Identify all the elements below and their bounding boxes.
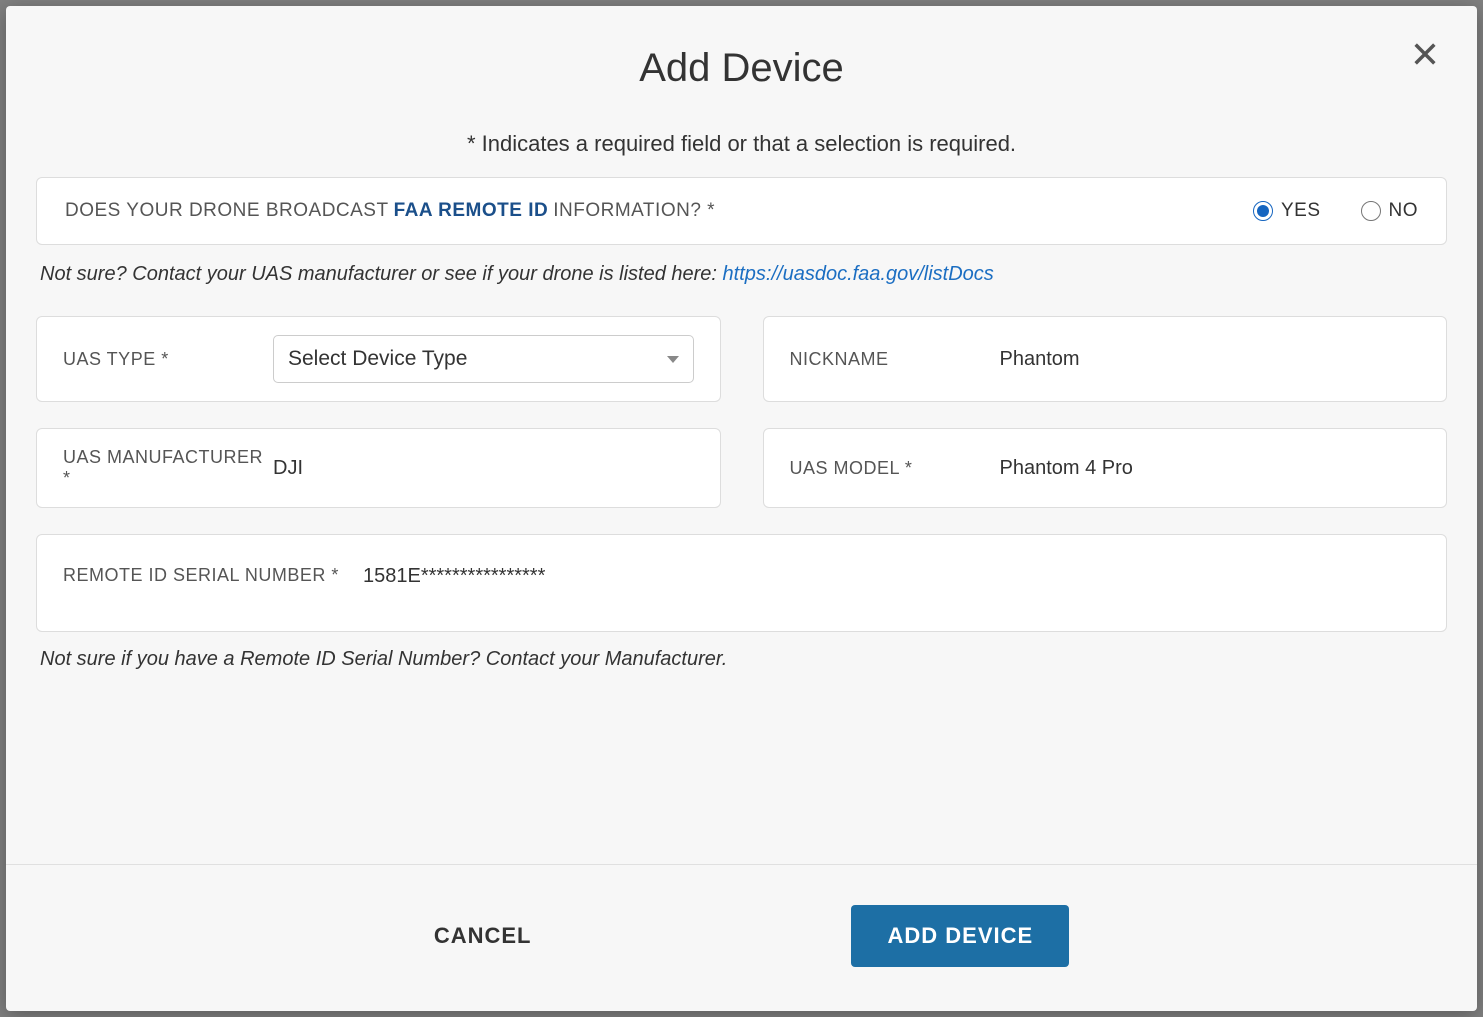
modal-content: DOES YOUR DRONE BROADCAST FAA REMOTE ID … (6, 177, 1477, 864)
uasdoc-link[interactable]: https://uasdoc.faa.gov/listDocs (723, 263, 994, 285)
remote-id-no-option[interactable]: NO (1361, 200, 1419, 222)
add-device-modal: Add Device * Indicates a required field … (6, 6, 1477, 1011)
device-form-grid: UAS TYPE * Select Device Type NICKNAME U… (36, 316, 1447, 632)
close-icon (1411, 40, 1439, 68)
remote-id-serial-field: REMOTE ID SERIAL NUMBER * (36, 534, 1447, 632)
modal-header: Add Device (6, 6, 1477, 101)
remote-id-yes-option[interactable]: YES (1253, 200, 1321, 222)
remote-id-question-text: DOES YOUR DRONE BROADCAST FAA REMOTE ID … (65, 200, 715, 222)
uas-type-select-text: Select Device Type (288, 347, 467, 371)
question-suffix: INFORMATION? * (553, 200, 715, 222)
faa-remote-id-link[interactable]: FAA REMOTE ID (394, 200, 549, 222)
remote-id-serial-label: REMOTE ID SERIAL NUMBER * (63, 565, 363, 586)
model-input[interactable] (1000, 457, 1421, 480)
manufacturer-input[interactable] (273, 457, 694, 480)
close-button[interactable] (1407, 36, 1443, 72)
remote-id-no-label: NO (1389, 200, 1419, 222)
modal-footer: CANCEL ADD DEVICE (6, 864, 1477, 1011)
remote-id-no-radio[interactable] (1361, 201, 1381, 221)
model-field: UAS MODEL * (763, 428, 1448, 508)
cancel-button[interactable]: CANCEL (414, 909, 552, 963)
serial-number-note: Not sure if you have a Remote ID Serial … (36, 632, 1447, 671)
help-note-text: Not sure? Contact your UAS manufacturer … (40, 263, 723, 285)
modal-title: Add Device (36, 46, 1447, 91)
remote-id-serial-input[interactable] (363, 565, 1420, 588)
nickname-field: NICKNAME (763, 316, 1448, 402)
model-label: UAS MODEL * (790, 458, 1000, 479)
remote-id-yes-label: YES (1281, 200, 1321, 222)
required-indicator-note: * Indicates a required field or that a s… (6, 101, 1477, 177)
chevron-down-icon (667, 356, 679, 363)
question-prefix: DOES YOUR DRONE BROADCAST (65, 200, 389, 222)
nickname-label: NICKNAME (790, 349, 1000, 370)
remote-id-yes-radio[interactable] (1253, 201, 1273, 221)
manufacturer-label: UAS MANUFACTURER * (63, 447, 273, 489)
nickname-input[interactable] (1000, 348, 1421, 371)
uas-type-field: UAS TYPE * Select Device Type (36, 316, 721, 402)
remote-id-question-box: DOES YOUR DRONE BROADCAST FAA REMOTE ID … (36, 177, 1447, 245)
remote-id-help-note: Not sure? Contact your UAS manufacturer … (36, 245, 1447, 316)
uas-type-label: UAS TYPE * (63, 349, 273, 370)
remote-id-radio-group: YES NO (1253, 200, 1418, 222)
add-device-button[interactable]: ADD DEVICE (851, 905, 1069, 967)
manufacturer-field: UAS MANUFACTURER * (36, 428, 721, 508)
uas-type-select[interactable]: Select Device Type (273, 335, 694, 383)
